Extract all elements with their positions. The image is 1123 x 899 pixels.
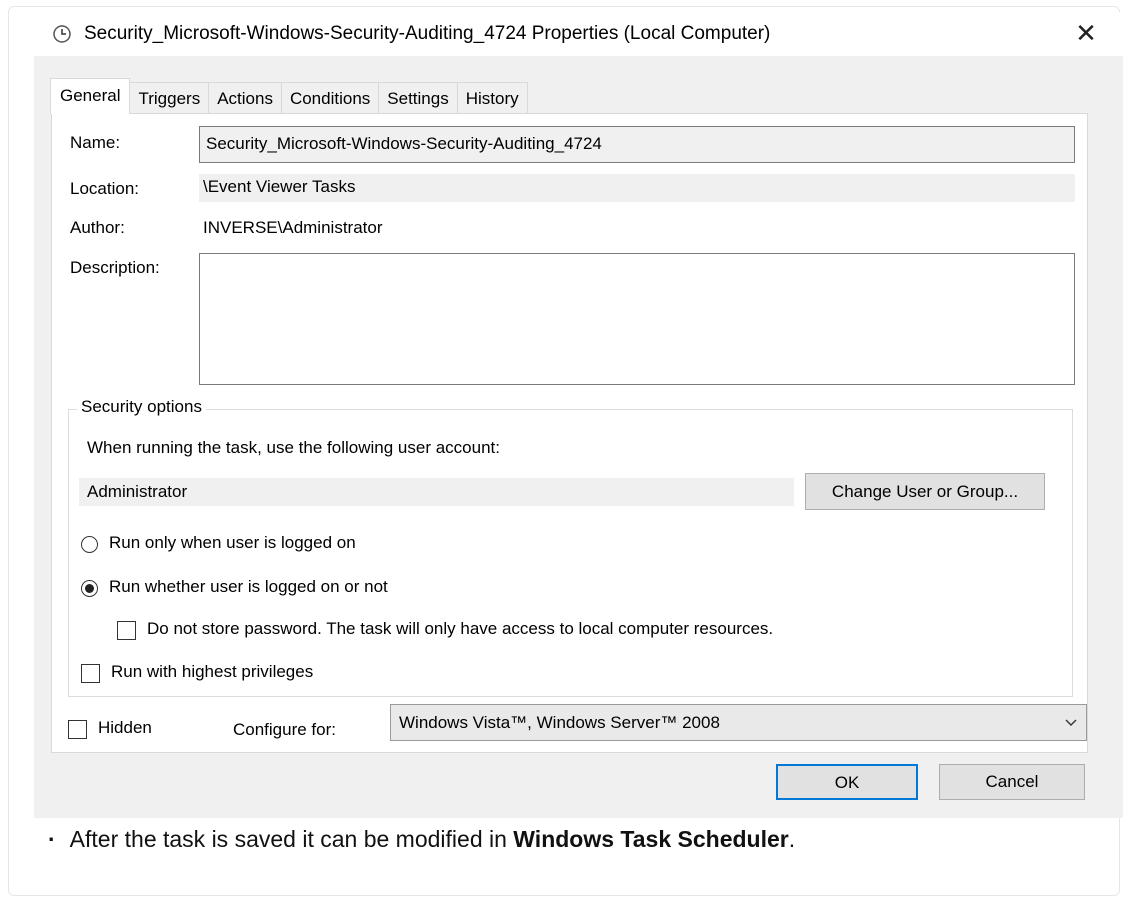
note-text-end: . <box>788 826 796 852</box>
radio-run-only-logged-on-label[interactable]: Run only when user is logged on <box>109 533 356 553</box>
location-value: \Event Viewer Tasks <box>199 174 1075 202</box>
note-text: After the task is saved it can be modifi… <box>69 826 514 852</box>
tab-strip: General Triggers Actions Conditions Sett… <box>50 78 528 114</box>
do-not-store-password-label[interactable]: Do not store password. The task will onl… <box>147 619 773 639</box>
ok-button[interactable]: OK <box>776 764 918 800</box>
change-user-or-group-button[interactable]: Change User or Group... <box>805 473 1045 510</box>
location-label: Location: <box>70 179 139 198</box>
tab-general[interactable]: General <box>50 78 131 114</box>
radio-run-only-logged-on[interactable] <box>81 536 98 553</box>
account-prompt: When running the task, use the following… <box>87 438 500 457</box>
name-label: Name: <box>70 133 121 152</box>
radio-run-whether-logged-on-label[interactable]: Run whether user is logged on or not <box>109 577 388 597</box>
security-options-group: Security options When running the task, … <box>68 397 1073 697</box>
clock-icon <box>53 25 71 43</box>
tab-history[interactable]: History <box>456 82 528 114</box>
tab-triggers[interactable]: Triggers <box>129 82 210 114</box>
bullet-point: · <box>48 826 56 852</box>
name-field[interactable]: Security_Microsoft-Windows-Security-Audi… <box>199 126 1075 163</box>
author-value: INVERSE\Administrator <box>203 218 383 237</box>
cancel-button[interactable]: Cancel <box>939 764 1085 800</box>
info-note: · After the task is saved it can be modif… <box>48 826 795 853</box>
configure-for-select[interactable]: Windows Vista™, Windows Server™ 2008 <box>390 704 1087 741</box>
description-field[interactable] <box>199 253 1075 385</box>
note-bold-text: Windows Task Scheduler <box>513 826 789 852</box>
run-highest-privileges-label[interactable]: Run with highest privileges <box>111 662 313 682</box>
dialog-client-area: General Triggers Actions Conditions Sett… <box>34 56 1123 818</box>
chevron-down-icon <box>1065 719 1077 726</box>
title-bar[interactable]: Security_Microsoft-Windows-Security-Audi… <box>34 12 1123 56</box>
run-highest-privileges-checkbox[interactable] <box>81 664 100 683</box>
hidden-label[interactable]: Hidden <box>98 718 152 738</box>
task-properties-dialog: Security_Microsoft-Windows-Security-Audi… <box>34 12 1123 818</box>
author-label: Author: <box>70 218 125 237</box>
hidden-checkbox[interactable] <box>68 720 87 739</box>
tab-settings[interactable]: Settings <box>378 82 458 114</box>
user-account-value: Administrator <box>79 478 794 506</box>
tab-conditions[interactable]: Conditions <box>280 82 380 114</box>
window-title: Security_Microsoft-Windows-Security-Audi… <box>84 23 771 44</box>
description-label: Description: <box>70 258 160 277</box>
configure-for-label: Configure for: <box>233 720 336 739</box>
radio-run-whether-logged-on[interactable] <box>81 580 98 597</box>
configure-for-value: Windows Vista™, Windows Server™ 2008 <box>399 713 720 732</box>
close-icon[interactable]: ✕ <box>1071 18 1101 48</box>
security-options-legend: Security options <box>77 397 206 417</box>
general-tab-panel: Name: Security_Microsoft-Windows-Securit… <box>51 113 1088 753</box>
do-not-store-password-checkbox[interactable] <box>117 621 136 640</box>
tab-actions[interactable]: Actions <box>208 82 282 114</box>
radio-selected-dot <box>85 584 94 593</box>
